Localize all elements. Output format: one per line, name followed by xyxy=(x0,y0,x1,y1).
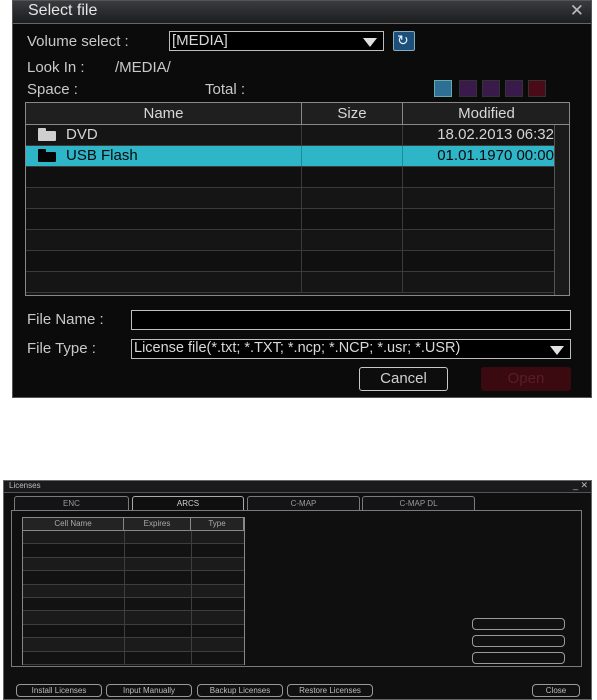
table-row xyxy=(23,611,244,625)
close-button[interactable]: Close xyxy=(532,684,580,697)
table-row xyxy=(23,585,244,598)
total-label: Total : xyxy=(205,81,246,98)
tab-c-map-dl[interactable]: C-MAP DL xyxy=(362,496,475,510)
table-row xyxy=(23,638,244,652)
empty-row xyxy=(26,230,569,251)
column-header-cell-name[interactable]: Cell Name xyxy=(23,518,124,531)
dialog-title: Select file xyxy=(28,2,98,19)
look-in-path: /MEDIA/ xyxy=(115,59,171,76)
window-controls-icon[interactable]: _ ✕ xyxy=(573,480,588,491)
select-file-dialog: Select file ✕ Volume select : [MEDIA] ↻ … xyxy=(12,0,592,398)
table-row xyxy=(23,544,244,558)
volume-select-value: [MEDIA] xyxy=(172,32,228,49)
side-button[interactable] xyxy=(472,635,565,647)
edit-icon[interactable] xyxy=(505,80,523,97)
folder-icon xyxy=(38,128,56,141)
folder-icon xyxy=(38,149,56,162)
column-header-expires[interactable]: Expires xyxy=(124,518,191,531)
column-header-modified[interactable]: Modified xyxy=(403,103,569,125)
license-table: Cell Name Expires Type xyxy=(22,517,245,665)
backup-licenses-button[interactable]: Backup Licenses xyxy=(197,684,283,697)
size-cell xyxy=(302,146,403,166)
file-list-table: Name Size Modified DVD 18.02.2013 06:32 … xyxy=(25,102,570,296)
file-name: DVD xyxy=(66,126,98,143)
column-header-name[interactable]: Name xyxy=(26,103,302,125)
column-divider xyxy=(124,531,125,665)
delete-icon[interactable] xyxy=(528,80,546,97)
size-cell xyxy=(302,125,403,145)
name-cell: USB Flash xyxy=(26,146,302,166)
open-button[interactable]: Open xyxy=(481,367,571,391)
licenses-window: Licenses _ ✕ ENC ARCS C-MAP C-MAP DL Cel… xyxy=(3,480,592,700)
table-row[interactable]: DVD 18.02.2013 06:32 xyxy=(26,125,569,146)
vertical-scrollbar[interactable] xyxy=(554,125,569,295)
side-button[interactable] xyxy=(472,652,565,664)
column-header-size[interactable]: Size xyxy=(302,103,403,125)
chevron-down-icon xyxy=(550,346,564,355)
tab-enc[interactable]: ENC xyxy=(14,496,129,510)
look-in-label: Look In : xyxy=(27,59,85,76)
file-type-value: License file(*.txt; *.TXT; *.ncp; *.NCP;… xyxy=(134,340,461,356)
cancel-button[interactable]: Cancel xyxy=(359,367,448,391)
volume-select-dropdown[interactable]: [MEDIA] xyxy=(169,31,384,51)
table-row xyxy=(23,624,244,639)
empty-row xyxy=(26,209,569,230)
licenses-title: Licenses xyxy=(9,481,41,490)
chevron-down-icon xyxy=(363,38,377,47)
refresh-icon: ↻ xyxy=(397,32,409,48)
table-row-selected[interactable]: USB Flash 01.01.1970 00:00 xyxy=(26,146,569,167)
licenses-panel: Cell Name Expires Type xyxy=(11,510,582,667)
licenses-titlebar: Licenses _ ✕ xyxy=(4,480,591,493)
table-row xyxy=(23,651,244,665)
rename-folder-icon[interactable] xyxy=(482,80,500,97)
dialog-titlebar: Select file ✕ xyxy=(13,1,591,24)
file-name-label: File Name : xyxy=(27,311,104,328)
column-divider xyxy=(191,531,192,665)
restore-licenses-button[interactable]: Restore Licenses xyxy=(287,684,373,697)
table-row xyxy=(23,558,244,572)
table-row xyxy=(23,531,244,545)
tab-c-map[interactable]: C-MAP xyxy=(247,496,360,510)
input-manually-button[interactable]: Input Manually xyxy=(106,684,192,697)
close-icon[interactable]: ✕ xyxy=(570,1,584,21)
name-cell: DVD xyxy=(26,125,302,145)
empty-row xyxy=(26,188,569,209)
install-licenses-button[interactable]: Install Licenses xyxy=(16,684,102,697)
file-name-field[interactable] xyxy=(131,310,571,330)
empty-row xyxy=(26,167,569,188)
space-label: Space : xyxy=(27,81,78,98)
file-name: USB Flash xyxy=(66,147,138,164)
tab-arcs[interactable]: ARCS xyxy=(132,496,244,511)
column-header-type[interactable]: Type xyxy=(191,518,244,531)
file-type-label: File Type : xyxy=(27,340,96,357)
refresh-button[interactable]: ↻ xyxy=(393,31,415,51)
new-folder-icon[interactable] xyxy=(459,80,477,97)
table-row xyxy=(23,598,244,612)
modified-cell: 01.01.1970 00:00 xyxy=(403,146,557,166)
modified-cell: 18.02.2013 06:32 xyxy=(403,125,557,145)
side-button[interactable] xyxy=(472,618,565,630)
empty-row xyxy=(26,272,569,293)
volume-select-label: Volume select : xyxy=(27,33,129,50)
file-type-dropdown[interactable]: License file(*.txt; *.TXT; *.ncp; *.NCP;… xyxy=(131,339,571,359)
empty-row xyxy=(26,251,569,272)
up-folder-icon[interactable] xyxy=(434,80,452,97)
table-row xyxy=(23,571,244,585)
